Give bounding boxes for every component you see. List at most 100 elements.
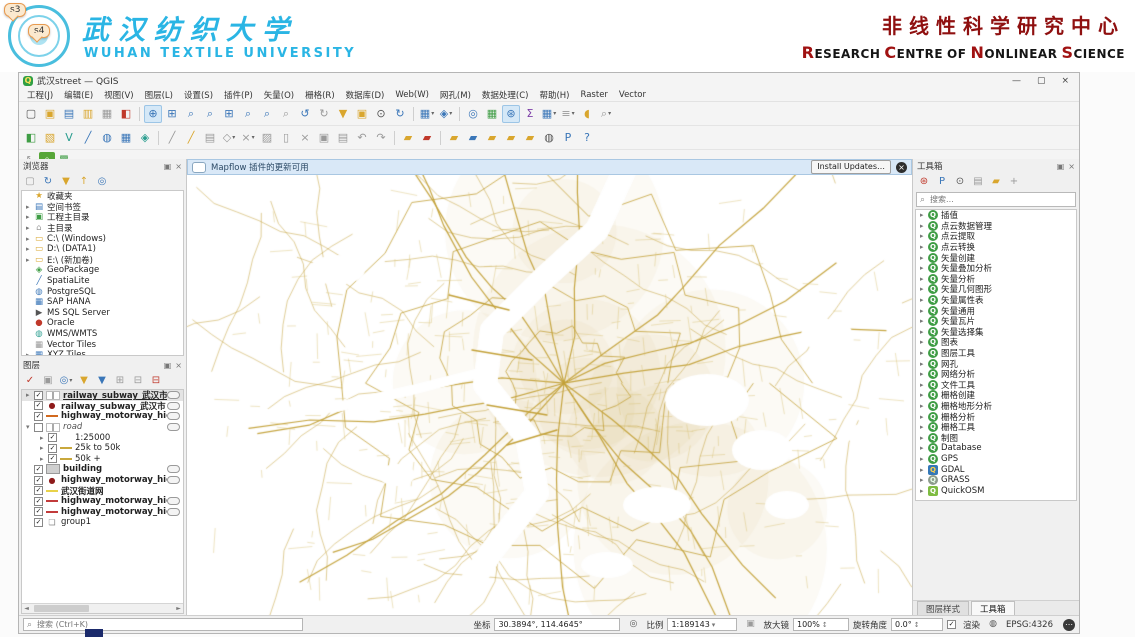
locator-search-input[interactable] <box>35 619 299 630</box>
browser-filter-button[interactable]: ▼ <box>58 174 74 190</box>
zoom-in-button[interactable]: ⌕ <box>182 105 200 123</box>
identify-features-button[interactable]: ◎ <box>464 105 482 123</box>
toolbox-group-row[interactable]: ▸ Q 插值 <box>916 210 1076 221</box>
copy-features-button[interactable]: ▣ <box>315 129 333 147</box>
expand-icon[interactable]: ▸ <box>920 285 928 293</box>
add-delimited-text-button[interactable]: ╱ <box>79 129 97 147</box>
expand-icon[interactable]: ▸ <box>920 444 928 452</box>
toolbox-group-row[interactable]: ▸ Q 图层工具 <box>916 348 1076 359</box>
layer-labeling-button[interactable]: ▰ <box>399 129 417 147</box>
new-3d-view-button[interactable]: ◈ <box>437 105 455 123</box>
layer-diagram-button[interactable]: ▰ <box>418 129 436 147</box>
menu-item[interactable]: 帮助(H) <box>539 89 569 101</box>
toolbox-close-icon[interactable]: × <box>1068 162 1075 171</box>
expand-icon[interactable]: ▸ <box>920 232 928 240</box>
browser-tree-item[interactable]: ◈ GeoPackage <box>22 265 183 276</box>
measure-button[interactable]: ≡ <box>559 105 577 123</box>
expand-icon[interactable]: ▸ <box>920 423 928 431</box>
expand-icon[interactable]: ▸ <box>40 455 48 463</box>
message-bar-close-icon[interactable]: × <box>896 162 907 173</box>
toolbox-group-row[interactable]: ▸ Q GDAL <box>916 464 1076 475</box>
scroll-right-icon[interactable]: ► <box>174 605 183 612</box>
menu-item[interactable]: 数据处理(C) <box>482 89 529 101</box>
browser-tree-item[interactable]: ▶ MS SQL Server <box>22 308 183 319</box>
show-bookmarks-button[interactable]: ▣ <box>353 105 371 123</box>
digitize-button[interactable]: ◇ <box>220 129 238 147</box>
maximize-button[interactable]: ▢ <box>1037 76 1046 86</box>
toolbox-group-row[interactable]: ▸ Q 网孔 <box>916 358 1076 369</box>
modify-attributes-button[interactable]: ▨ <box>258 129 276 147</box>
browser-tree-item[interactable]: ▸ ▭ E:\ (新加卷) <box>22 255 183 266</box>
toolbox-group-row[interactable]: ▸ Q Database <box>916 443 1076 454</box>
toolbox-group-row[interactable]: ▸ Q 栅格创建 <box>916 390 1076 401</box>
layout-manager-button[interactable]: ▦ <box>98 105 116 123</box>
menu-item[interactable]: Web(W) <box>395 90 429 100</box>
expand-icon[interactable]: ▸ <box>920 317 928 325</box>
expand-icon[interactable]: ▸ <box>40 434 48 442</box>
menu-item[interactable]: 数据库(D) <box>346 89 385 101</box>
layer-row[interactable]: ▸ 50k + <box>22 454 183 465</box>
install-updates-button[interactable]: Install Updates… <box>811 160 891 174</box>
layer-visibility-checkbox[interactable] <box>48 444 57 453</box>
scale-combo[interactable]: 1:189143▾ <box>667 618 737 631</box>
coordinate-value[interactable]: 30.3894°, 114.4645° <box>494 618 620 631</box>
browser-close-icon[interactable]: × <box>175 162 182 171</box>
expand-icon[interactable]: ▸ <box>920 328 928 336</box>
toolbox-group-row[interactable]: ▸ Q 栅格地形分析 <box>916 401 1076 412</box>
layer-row[interactable]: building <box>22 464 183 475</box>
locator-search-button[interactable]: ⌕ <box>597 105 615 123</box>
toolbox-group-row[interactable]: ▸ Q 栅格分析 <box>916 411 1076 422</box>
menu-item[interactable]: 编辑(E) <box>64 89 93 101</box>
python-console-button[interactable]: P <box>559 129 577 147</box>
zoom-native-button[interactable]: ⌕ <box>277 105 295 123</box>
browser-tree-item[interactable]: ▸ ⌂ 主目录 <box>22 223 183 234</box>
toolbox-group-row[interactable]: ▸ Q QuickOSM <box>916 485 1076 496</box>
label-move-button[interactable]: ▰ <box>521 129 539 147</box>
browser-add-layer-button[interactable]: ▢ <box>22 174 38 190</box>
toolbox-group-row[interactable]: ▸ Q 点云转换 <box>916 242 1076 253</box>
expand-icon[interactable]: ▸ <box>920 476 928 484</box>
toolbox-group-row[interactable]: ▸ Q GPS <box>916 454 1076 465</box>
crs-value[interactable]: EPSG:4326 <box>1006 620 1053 630</box>
menu-item[interactable]: 矢量(O) <box>264 89 294 101</box>
label-show-hide-button[interactable]: ▰ <box>502 129 520 147</box>
new-bookmark-button[interactable]: ▼ <box>334 105 352 123</box>
open-attribute-table-button[interactable]: ▦ <box>483 105 501 123</box>
expand-icon[interactable]: ▸ <box>26 245 34 253</box>
metasearch-button[interactable]: ◍ <box>540 129 558 147</box>
layer-visibility-checkbox[interactable] <box>48 433 57 442</box>
toolbox-results-button[interactable]: ▤ <box>970 174 986 190</box>
layer-visibility-checkbox[interactable] <box>34 486 43 495</box>
pan-to-selection-button[interactable]: ⊞ <box>163 105 181 123</box>
browser-properties-button[interactable]: ◎ <box>94 174 110 190</box>
layer-visibility-checkbox[interactable] <box>34 401 43 410</box>
layer-visibility-checkbox[interactable] <box>34 391 43 400</box>
toolbox-history-button[interactable]: ⊙ <box>952 174 968 190</box>
scroll-left-icon[interactable]: ◄ <box>22 605 31 612</box>
collapse-all-button[interactable]: ⊟ <box>130 373 146 389</box>
add-postgis-layer-button[interactable]: ▦ <box>117 129 135 147</box>
processing-toolbox-button[interactable]: ⊛ <box>502 105 520 123</box>
toolbox-group-row[interactable]: ▸ Q 点云数据管理 <box>916 221 1076 232</box>
expand-icon[interactable]: ▸ <box>920 455 928 463</box>
statistics-button[interactable]: Σ <box>521 105 539 123</box>
toolbox-group-row[interactable]: ▸ Q 矢量选择集 <box>916 327 1076 338</box>
layer-row[interactable]: ▾ road <box>22 422 183 433</box>
layer-visibility-checkbox[interactable] <box>34 507 43 516</box>
layer-visibility-checkbox[interactable] <box>34 476 43 485</box>
close-button[interactable]: × <box>1061 76 1069 86</box>
expand-icon[interactable]: ▸ <box>920 391 928 399</box>
magnifier-input[interactable]: 100%↕ <box>793 618 849 631</box>
browser-tree-item[interactable]: ▸ ▭ C:\ (Windows) <box>22 233 183 244</box>
expand-all-button[interactable]: ⊞ <box>112 373 128 389</box>
zoom-out-button[interactable]: ⌕ <box>201 105 219 123</box>
toolbox-group-row[interactable]: ▸ Q 制图 <box>916 432 1076 443</box>
expand-icon[interactable]: ▸ <box>26 235 34 243</box>
toolbox-group-row[interactable]: ▸ Q 点云提取 <box>916 231 1076 242</box>
layer-visibility-checkbox[interactable] <box>48 454 57 463</box>
current-edits-button[interactable]: ╱ <box>163 129 181 147</box>
filter-legend-button[interactable]: ▼ <box>76 373 92 389</box>
browser-tree-item[interactable]: ▦ SAP HANA <box>22 297 183 308</box>
toolbox-group-row[interactable]: ▸ Q 网络分析 <box>916 369 1076 380</box>
browser-tree-item[interactable]: ◍ PostgreSQL <box>22 286 183 297</box>
